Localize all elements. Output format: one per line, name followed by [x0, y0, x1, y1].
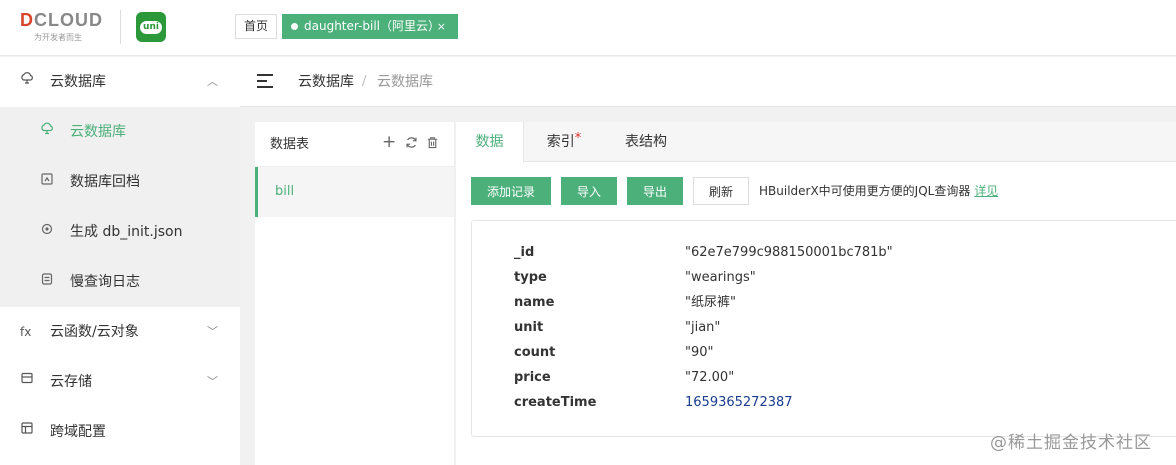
close-icon[interactable]: × [437, 14, 446, 39]
field-value: 1659365272387 [685, 395, 793, 410]
chevron-down-icon: ﹀ [207, 325, 218, 338]
log-icon [40, 257, 56, 307]
field-key: name [514, 295, 555, 310]
import-button[interactable]: 导入 [561, 177, 617, 205]
field-key: type [514, 270, 547, 285]
tab-home[interactable]: 首页 [235, 14, 278, 39]
sidebar-group-label: 云函数/云对象 [50, 324, 139, 340]
field-value: "90" [685, 345, 714, 360]
tab-label: daughter-bill（阿里云） [304, 19, 441, 33]
breadcrumb: 云数据库 / 云数据库 [240, 57, 1176, 107]
sidebar-item-db-rollback[interactable]: 数据库回档 [0, 157, 240, 207]
sidebar-group-label: 跨域配置 [50, 424, 106, 440]
rollback-icon [40, 157, 56, 207]
tables-title: 数据表 [270, 137, 310, 152]
table-item-bill[interactable]: bill [255, 167, 454, 217]
storage-icon [20, 357, 36, 407]
tables-header: 数据表 + [255, 122, 454, 167]
sidebar-group-cloud-database[interactable]: 云数据库 ︿ [0, 57, 240, 107]
uni-label: uni [140, 21, 162, 34]
sidebar-group-cors[interactable]: 跨域配置 [0, 407, 240, 457]
jql-hint: HBuilderX中可使用更方便的JQL查询器 详见 [759, 177, 998, 205]
sidebar: 云数据库 ︿ 云数据库 数据库回档 生成 db_init.json 慢查询日志 [0, 57, 240, 465]
record-card[interactable]: _id "62e7e799c988150001bc781b" type "wea… [471, 220, 1176, 437]
jql-details-link[interactable]: 详见 [974, 184, 998, 198]
required-star-icon: * [574, 131, 582, 146]
tab-data[interactable]: 数据 [456, 122, 524, 163]
tables-panel: 数据表 + bill [255, 122, 455, 465]
field-value: "62e7e799c988150001bc781b" [685, 245, 893, 260]
field-value: "jian" [685, 320, 721, 335]
content-tabs: 数据 索引* 表结构 [456, 122, 1176, 163]
field-value: "纸尿裤" [685, 295, 736, 310]
field-key: price [514, 370, 551, 385]
breadcrumb-root[interactable]: 云数据库 [298, 57, 354, 107]
sidebar-submenu: 云数据库 数据库回档 生成 db_init.json 慢查询日志 [0, 107, 240, 307]
sidebar-item-generate-db-init[interactable]: 生成 db_init.json [0, 207, 240, 257]
menu-toggle-icon[interactable] [257, 74, 273, 88]
sidebar-group-label: 云存储 [50, 374, 92, 390]
breadcrumb-current: 云数据库 [377, 74, 433, 90]
content-panel: 数据 索引* 表结构 添加记录 导入 导出 刷新 HBuilderX中可使用更方… [456, 122, 1176, 465]
field-key: _id [514, 245, 535, 260]
watermark: @稀土掘金技术社区 [990, 433, 1152, 453]
jql-hint-text: HBuilderX中可使用更方便的JQL查询器 [759, 184, 971, 198]
logo-divider [120, 10, 121, 44]
cors-icon [20, 407, 36, 457]
field-key: createTime [514, 395, 597, 410]
refresh-icon[interactable] [405, 136, 418, 153]
chevron-down-icon: ﹀ [207, 375, 218, 388]
generate-icon [40, 207, 56, 257]
breadcrumb-separator: / [362, 74, 367, 89]
sidebar-item-label: 生成 db_init.json [70, 224, 183, 240]
logo-word: CLOUD [34, 10, 103, 30]
active-dot-icon [291, 23, 298, 30]
sidebar-group-cloud-functions[interactable]: fx 云函数/云对象 ﹀ [0, 307, 240, 357]
delete-icon[interactable] [426, 136, 439, 153]
sidebar-item-slow-query-log[interactable]: 慢查询日志 [0, 257, 240, 307]
logo-letter: D [20, 10, 34, 30]
add-table-icon[interactable]: + [382, 134, 396, 151]
field-key: unit [514, 320, 544, 335]
cloud-database-icon [20, 57, 36, 107]
sidebar-item-label: 慢查询日志 [70, 274, 140, 290]
chevron-up-icon: ︿ [207, 75, 218, 88]
db-icon [40, 107, 56, 157]
export-button[interactable]: 导出 [627, 177, 683, 205]
sidebar-group-label: 云数据库 [50, 74, 106, 90]
sidebar-item-label: 云数据库 [70, 124, 126, 140]
dcloud-logo[interactable]: DCLOUD 为开发者而生 [20, 10, 110, 44]
uni-app-icon[interactable]: uni [136, 12, 166, 42]
sidebar-item-cloud-database[interactable]: 云数据库 [0, 107, 240, 157]
add-record-button[interactable]: 添加记录 [471, 177, 551, 205]
logo-slogan: 为开发者而生 [34, 33, 82, 42]
top-bar: DCLOUD 为开发者而生 uni 首页 daughter-bill（阿里云） … [0, 0, 1176, 56]
field-value: "wearings" [685, 270, 756, 285]
field-value: "72.00" [685, 370, 735, 385]
fx-icon: fx [20, 325, 32, 339]
refresh-button[interactable]: 刷新 [693, 177, 749, 205]
tab-index[interactable]: 索引* [534, 122, 594, 163]
sidebar-group-cloud-storage[interactable]: 云存储 ﹀ [0, 357, 240, 407]
field-key: count [514, 345, 556, 360]
tab-schema[interactable]: 表结构 [616, 122, 676, 163]
sidebar-item-label: 数据库回档 [70, 174, 140, 190]
tab-daughter-bill[interactable]: daughter-bill（阿里云） × [282, 14, 458, 39]
tab-index-label: 索引 [546, 134, 575, 150]
